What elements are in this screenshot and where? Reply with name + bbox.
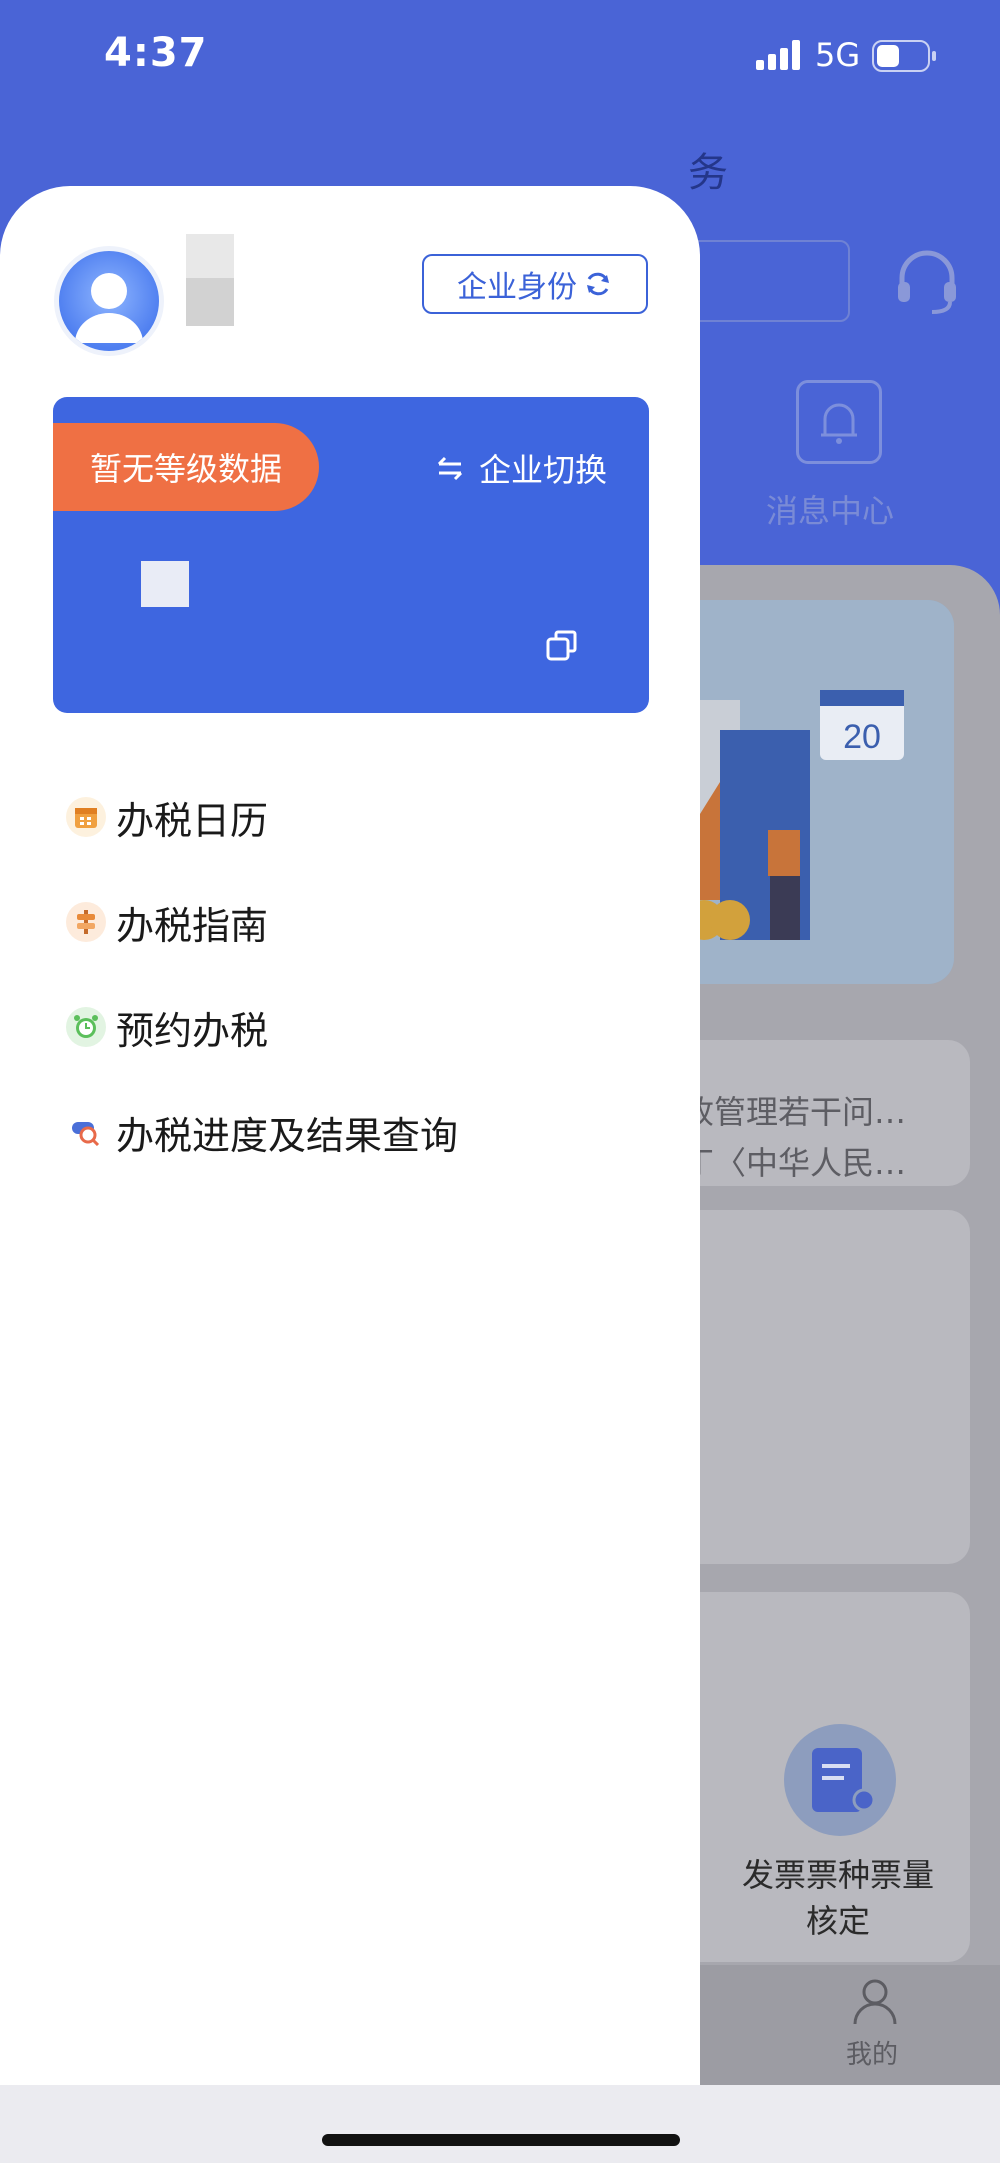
credit-level-badge: 暂无等级数据 [53,423,319,511]
default-user-icon [75,273,143,343]
invoice-service-label: 发票票种票量核定 [741,1856,934,1940]
menu-label: 办税指南 [116,903,269,948]
company-name-redacted [141,561,189,607]
app-header-title-fragment: 务 [688,150,728,196]
signpost-icon [66,902,106,942]
tab-mine-label: 我的 [846,2040,899,2070]
enterprise-identity-label: 企业身份 [457,270,577,305]
menu-item-tax-guide[interactable]: 办税指南 [66,887,626,957]
news-line-1: 收管理若干问… [682,1093,907,1131]
menu-item-tax-calendar[interactable]: 办税日历 [66,782,626,852]
username-redacted [186,234,234,278]
alarm-clock-icon [66,1007,106,1047]
headset-icon [898,250,956,314]
message-center-label: 消息中心 [766,492,895,530]
home-indicator-area [0,2085,1000,2163]
status-time: 4:37 [104,30,208,76]
refresh-icon [587,272,609,296]
menu-label: 预约办税 [116,1008,269,1053]
signal-icon [756,40,806,74]
network-type: 5G [815,36,861,74]
copy-icon[interactable] [545,629,579,663]
invoice-icon [784,1724,896,1836]
enterprise-identity-button[interactable]: 企业身份 [422,254,648,314]
menu-item-appointment[interactable]: 预约办税 [66,992,626,1062]
switch-company-button[interactable]: 企业切换 [435,445,607,491]
menu-item-progress-query[interactable]: 办税进度及结果查询 [66,1097,626,1167]
user-icon [853,1979,897,2025]
menu-label: 办税进度及结果查询 [116,1113,459,1158]
bell-icon [796,380,882,464]
menu-label: 办税日历 [116,798,269,843]
calendar-icon [66,797,106,837]
search-progress-icon [66,1112,106,1152]
switch-company-label: 企业切换 [479,451,608,489]
banner-date-text: 20 [843,718,881,756]
avatar[interactable] [54,246,164,356]
company-card: 暂无等级数据 企业切换 [53,397,649,713]
swap-icon [437,456,463,481]
battery-icon [872,40,938,76]
news-line-2: 丁〈中华人民… [682,1144,907,1182]
home-indicator[interactable] [322,2134,680,2146]
username-redacted-2 [186,278,234,326]
